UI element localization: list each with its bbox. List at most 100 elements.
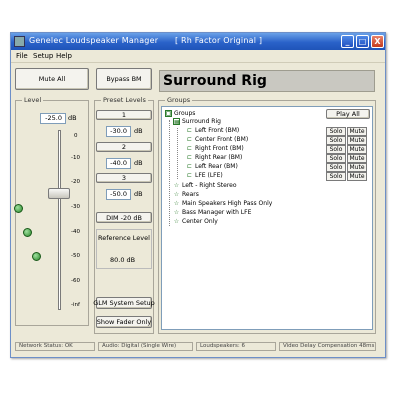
tick-label: -40	[71, 229, 80, 235]
bypass-bm-button[interactable]: Bypass BM	[96, 68, 152, 90]
tick-label: 0	[74, 133, 78, 139]
tree-node-label: Right Rear (BM)	[195, 154, 243, 161]
group-icon: ▦	[173, 118, 180, 126]
tree-line	[169, 120, 170, 226]
tree-node-speaker[interactable]: ⊏ Right Front (BM)	[186, 145, 244, 152]
glm-system-setup-button[interactable]: GLM System Setup	[93, 297, 155, 309]
speaker-icon: ⊏	[186, 172, 193, 179]
tree-node-group[interactable]: ☆ Bass Manager with LFE	[173, 209, 252, 216]
solo-button[interactable]: Solo	[326, 136, 346, 145]
tree-node-group[interactable]: ☆ Center Only	[173, 218, 218, 225]
mute-button[interactable]: Mute	[347, 163, 367, 172]
tree-line	[177, 128, 178, 179]
preset-2-unit: dB	[134, 159, 143, 167]
tree-node-speaker[interactable]: ⊏ Left Rear (BM)	[186, 163, 238, 170]
speaker-icon: ⊏	[186, 136, 193, 143]
level-fader-track[interactable]	[58, 130, 61, 310]
rig-title: Surround Rig	[159, 70, 375, 92]
tree-node-speaker[interactable]: ⊏ Right Rear (BM)	[186, 154, 242, 161]
speaker-icon: ⊏	[186, 127, 193, 134]
tick-label: -10	[71, 155, 80, 161]
mute-all-button[interactable]: Mute All	[15, 68, 89, 90]
tree-node-label: Left - Right Stereo	[182, 182, 237, 189]
status-led-icon	[23, 228, 32, 237]
tree-node-groups[interactable]: ▣ Groups	[165, 110, 195, 117]
mute-button[interactable]: Mute	[347, 154, 367, 163]
preset-1-value[interactable]: -30.0	[106, 126, 131, 137]
group-icon: ☆	[173, 200, 180, 207]
tree-node-speaker[interactable]: ⊏ Left Front (BM)	[186, 127, 239, 134]
tree-node-label: Main Speakers High Pass Only	[182, 200, 273, 207]
preset-3-value[interactable]: -50.0	[106, 189, 131, 200]
app-icon	[14, 36, 25, 47]
level-fader-thumb[interactable]	[48, 188, 70, 199]
mute-button[interactable]: Mute	[347, 127, 367, 136]
minimize-button[interactable]: _	[341, 35, 354, 48]
group-icon: ☆	[173, 218, 180, 225]
show-fader-only-button[interactable]: Show Fader Only	[96, 316, 152, 328]
reference-level-label: Reference Level	[98, 234, 150, 242]
tree-node-label: Left Front (BM)	[195, 127, 240, 134]
preset-3-unit: dB	[134, 190, 143, 198]
tick-label: -20	[71, 179, 80, 185]
tick-label: -60	[71, 278, 80, 284]
folder-icon: ▣	[165, 110, 172, 117]
tree-node-group[interactable]: ☆ Rears	[173, 191, 199, 198]
tree-node-speaker[interactable]: ⊏ Center Front (BM)	[186, 136, 248, 143]
preset-1-button[interactable]: 1	[96, 110, 152, 120]
menu-help[interactable]: Help	[56, 52, 72, 60]
menu-bar: File Setup Help	[11, 50, 385, 63]
preset-3-button[interactable]: 3	[96, 173, 152, 183]
tick-label: -30	[71, 204, 80, 210]
tree-node-label: Rears	[182, 191, 199, 198]
solo-button[interactable]: Solo	[326, 154, 346, 163]
preset-2-button[interactable]: 2	[96, 142, 152, 152]
play-all-button[interactable]: Play All	[326, 109, 370, 119]
tree-node-label: Bass Manager with LFE	[182, 209, 252, 216]
solo-button[interactable]: Solo	[326, 145, 346, 154]
mute-button[interactable]: Mute	[347, 145, 367, 154]
dim-button[interactable]: DIM -20 dB	[96, 212, 152, 223]
title-bar[interactable]: Genelec Loudspeaker Manager [ Rh Factor …	[11, 33, 385, 50]
preset-levels-label: Preset Levels	[101, 96, 148, 104]
level-value-field[interactable]: -25.0	[40, 113, 66, 124]
menu-setup[interactable]: Setup	[33, 52, 53, 60]
preset-2-value[interactable]: -40.0	[106, 158, 131, 169]
solo-button[interactable]: Solo	[326, 172, 346, 181]
tree-node-speaker[interactable]: ⊏ LFE (LFE)	[186, 172, 223, 179]
video-delay-status: Video Delay Compensation 48ms	[279, 342, 376, 351]
tree-node-surround-rig[interactable]: ▦ Surround Rig	[173, 118, 221, 126]
preset-1-unit: dB	[134, 127, 143, 135]
tree-node-group[interactable]: ☆ Main Speakers High Pass Only	[173, 200, 273, 207]
level-unit: dB	[68, 114, 77, 122]
speaker-icon: ⊏	[186, 163, 193, 170]
reference-level-value: 80.0 dB	[110, 256, 136, 264]
group-icon: ☆	[173, 182, 180, 189]
tree-node-label: Surround Rig	[182, 118, 221, 125]
tree-node-label: Left Rear (BM)	[195, 163, 238, 170]
menu-file[interactable]: File	[16, 52, 28, 60]
mute-button[interactable]: Mute	[347, 136, 367, 145]
tree-node-group[interactable]: ☆ Left - Right Stereo	[173, 182, 237, 189]
solo-button[interactable]: Solo	[326, 127, 346, 136]
status-led-icon	[14, 204, 23, 213]
project-title: [ Rh Factor Original ]	[174, 36, 263, 45]
group-icon: ☆	[173, 209, 180, 216]
group-icon: ☆	[173, 191, 180, 198]
tree-node-label: Right Front (BM)	[195, 145, 244, 152]
solo-button[interactable]: Solo	[326, 163, 346, 172]
tree-node-label: Groups	[174, 110, 196, 117]
speaker-icon: ⊏	[186, 145, 193, 152]
tree-node-label: Center Only	[182, 218, 218, 225]
speaker-icon: ⊏	[186, 154, 193, 161]
groups-label: Groups	[165, 96, 193, 104]
status-led-icon	[32, 252, 41, 261]
maximize-button[interactable]: □	[356, 35, 369, 48]
window-title: Genelec Loudspeaker Manager [ Rh Factor …	[29, 36, 262, 45]
audio-status: Audio: Digital (Single Wire)	[98, 342, 193, 351]
mute-button[interactable]: Mute	[347, 172, 367, 181]
tick-label: -50	[71, 253, 80, 259]
tree-node-label: Center Front (BM)	[195, 136, 249, 143]
tick-label: -inf	[71, 302, 80, 308]
close-button[interactable]: X	[371, 35, 384, 48]
